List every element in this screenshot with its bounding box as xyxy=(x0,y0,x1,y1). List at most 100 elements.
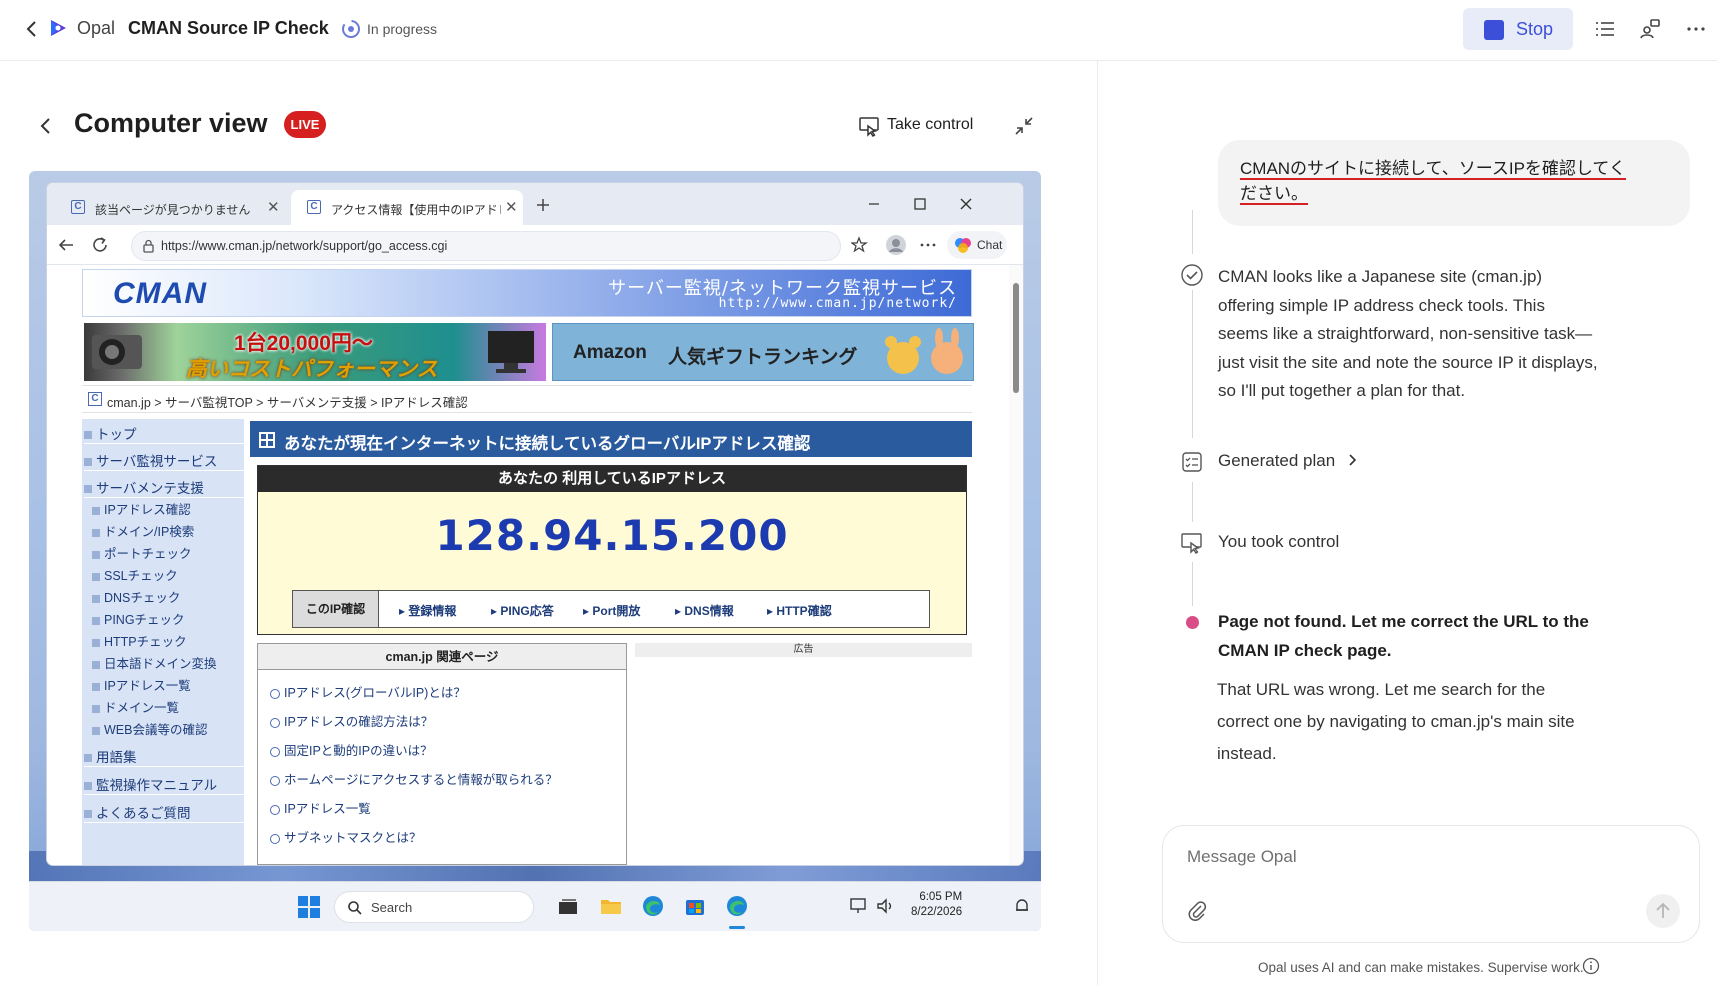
stop-button[interactable]: Stop xyxy=(1463,8,1573,50)
copilot-icon xyxy=(955,238,971,253)
ip-address-value: 128.94.15.200 xyxy=(435,511,789,560)
nav-item[interactable]: サーバ監視サービス xyxy=(84,446,244,471)
cman-logo[interactable]: CMAN xyxy=(113,277,207,311)
related-link[interactable]: IPアドレス一覧 xyxy=(270,798,371,817)
notification-bell-icon[interactable] xyxy=(1013,897,1031,915)
related-link[interactable]: ホームページにアクセスすると情報が取られる？ xyxy=(270,769,558,788)
attach-paperclip-icon[interactable] xyxy=(1187,900,1207,922)
close-tab-icon[interactable]: ✕ xyxy=(267,198,280,216)
related-link[interactable]: サブネットマスクとは？ xyxy=(270,827,422,846)
ip-link[interactable]: ▸ DNS情報 xyxy=(675,602,734,619)
ip-link[interactable]: ▸ HTTP確認 xyxy=(767,602,832,619)
task-status: In progress xyxy=(367,21,438,37)
task-title: CMAN Source IP Check xyxy=(128,18,329,38)
back-chevron-icon[interactable] xyxy=(22,18,42,40)
nav-subitem[interactable]: 日本語ドメイン変換 xyxy=(92,653,252,672)
taskbar-search[interactable]: Search xyxy=(334,891,534,923)
info-icon[interactable] xyxy=(1582,957,1600,975)
ip-link[interactable]: ▸ PING応答 xyxy=(491,602,554,619)
close-tab-icon[interactable]: ✕ xyxy=(505,198,518,216)
taskbar-clock[interactable]: 6:05 PM 8/22/2026 xyxy=(911,890,962,920)
nav-subitem[interactable]: HTTPチェック xyxy=(92,631,252,650)
nav-subitem[interactable]: ポートチェック xyxy=(92,543,252,562)
maximize-icon[interactable] xyxy=(913,197,927,211)
volume-icon[interactable] xyxy=(875,896,895,916)
computer-view-title: Computer view xyxy=(74,108,268,138)
ip-link[interactable]: ▸ 登録情報 xyxy=(399,602,456,619)
monitor-image xyxy=(488,331,534,373)
nav-item[interactable]: よくあるご質問 xyxy=(84,798,244,823)
generated-plan-link[interactable]: Generated plan xyxy=(1218,451,1358,471)
tab-label: 該当ページが見つかりません xyxy=(95,203,251,217)
ad-label: 広告 xyxy=(635,643,972,657)
this-ip-label: このIP確認 xyxy=(293,591,379,627)
related-link[interactable]: 固定IPと動的IPの違いは？ xyxy=(270,740,433,759)
related-pages-header: cman.jp 関連ページ xyxy=(258,644,626,670)
ad-banner-left[interactable]: 1台20,000円〜 高いコストパフォーマンス xyxy=(84,323,546,381)
close-window-icon[interactable] xyxy=(959,197,973,211)
nav-subitem[interactable]: IPアドレス一覧 xyxy=(92,675,252,694)
user-message-line: ださい。 xyxy=(1240,184,1308,205)
browser-tab-active[interactable]: C アクセス情報【使用中のIPアドレス確認 ✕ xyxy=(291,190,523,225)
favorites-icon[interactable] xyxy=(851,236,869,254)
minimize-icon[interactable] xyxy=(867,197,881,211)
cman-favicon-icon: C xyxy=(88,392,102,406)
list-icon[interactable] xyxy=(1593,17,1617,41)
nav-item[interactable]: 監視操作マニュアル xyxy=(84,770,244,795)
nav-item[interactable]: 用語集 xyxy=(84,742,244,767)
related-link[interactable]: IPアドレスの確認方法は？ xyxy=(270,711,433,730)
edge-active-icon[interactable] xyxy=(725,894,749,918)
status-body: That URL was wrong. Let me search for th… xyxy=(1217,680,1575,763)
ip-box-header: あなたの 利用しているIPアドレス xyxy=(258,466,966,492)
related-pages-box: cman.jp 関連ページ IPアドレス(グローバルIP)とは？ IPアドレスの… xyxy=(257,643,627,865)
more-options-icon[interactable] xyxy=(1684,17,1708,41)
computer-view-back-icon[interactable] xyxy=(38,114,54,138)
assistant-thought: CMAN looks like a Japanese site (cman.jp… xyxy=(1218,267,1598,400)
browser-menu-icon[interactable] xyxy=(919,237,937,253)
take-control-button[interactable]: Take control xyxy=(858,113,988,139)
nav-subitem[interactable]: WEB会議等の確認 xyxy=(92,719,252,738)
browser-back-icon[interactable] xyxy=(57,237,75,253)
page-scrollbar[interactable] xyxy=(1009,265,1023,865)
nav-subitem[interactable]: DNSチェック xyxy=(92,587,252,606)
lock-icon xyxy=(143,239,154,253)
windows-start-icon[interactable] xyxy=(297,895,321,919)
task-view-icon[interactable] xyxy=(557,896,579,918)
network-icon[interactable] xyxy=(849,896,869,916)
browser-window[interactable]: C 該当ページが見つかりません ✕ C アクセス情報【使用中のIPアドレス確認 … xyxy=(47,183,1023,865)
send-button[interactable] xyxy=(1646,894,1680,928)
user-message-line: CMANのサイトに接続して、ソースIPを確認してく xyxy=(1240,159,1626,180)
store-icon[interactable] xyxy=(683,894,707,918)
nav-subitem[interactable]: PINGチェック xyxy=(92,609,252,628)
content-title: あなたが現在インターネットに接続しているグローバルIPアドレス確認 xyxy=(284,435,811,453)
collapse-view-icon[interactable] xyxy=(1012,114,1036,138)
profile-avatar-icon[interactable] xyxy=(885,234,907,256)
reload-icon[interactable] xyxy=(91,236,109,254)
stop-button-label: Stop xyxy=(1516,19,1554,39)
new-tab-icon[interactable] xyxy=(535,197,551,213)
remote-desktop[interactable]: C 該当ページが見つかりません ✕ C アクセス情報【使用中のIPアドレス確認 … xyxy=(29,171,1041,931)
scrollbar-thumb[interactable] xyxy=(1013,283,1019,393)
ad-banner-amazon[interactable]: Amazon 人気ギフトランキング xyxy=(552,323,974,381)
message-input[interactable] xyxy=(1187,844,1627,870)
edge-browser-icon[interactable] xyxy=(641,894,665,918)
stop-icon xyxy=(1484,20,1504,40)
nav-subitem[interactable]: IPアドレス確認 xyxy=(92,499,252,518)
opal-logo-icon xyxy=(51,20,66,36)
nav-subitem[interactable]: ドメイン/IP検索 xyxy=(92,521,252,540)
app-top-bar: Opal CMAN Source IP Check In progress St… xyxy=(0,0,1717,61)
browser-tab[interactable]: C 該当ページが見つかりません ✕ xyxy=(55,190,287,225)
nav-item[interactable]: トップ xyxy=(84,419,244,444)
url-field[interactable]: https://www.cman.jp/network/support/go_a… xyxy=(131,231,841,261)
file-explorer-icon[interactable] xyxy=(599,894,623,918)
ip-link[interactable]: ▸ Port開放 xyxy=(583,602,640,619)
copilot-chat-button[interactable]: Chat xyxy=(947,231,1007,259)
nav-item[interactable]: サーバメンテ支援 xyxy=(84,473,244,498)
related-link[interactable]: IPアドレス(グローバルIP)とは？ xyxy=(270,682,466,701)
nav-subitem[interactable]: SSLチェック xyxy=(92,565,252,584)
share-people-icon[interactable] xyxy=(1638,17,1662,41)
breadcrumb-text[interactable]: cman.jp > サーバ監視TOP > サーバメンテ支援 > IPアドレス確認 xyxy=(107,392,468,411)
nav-subitem[interactable]: ドメイン一覧 xyxy=(92,697,252,716)
ad-gift-ranking-label: 人気ギフトランキング xyxy=(668,347,858,368)
ad-slogan-text: 高いコストパフォーマンス xyxy=(186,358,438,381)
